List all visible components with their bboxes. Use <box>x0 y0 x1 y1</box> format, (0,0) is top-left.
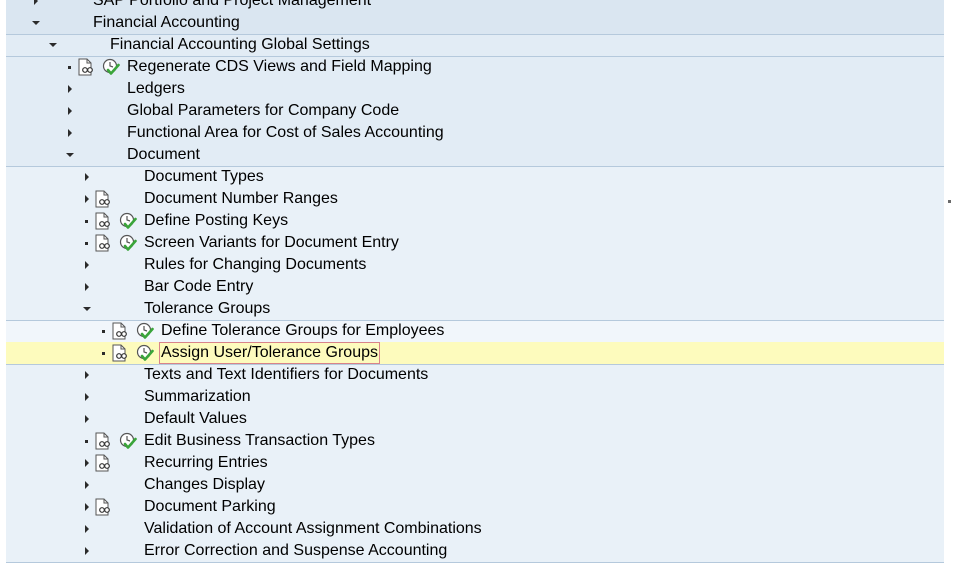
leaf-bullet-icon <box>68 66 71 69</box>
tree-node-label[interactable]: SAP Portfolio and Project Management <box>93 0 371 11</box>
collapse-triangle-icon[interactable] <box>85 481 89 489</box>
tree-node-label[interactable]: Financial Accounting Global Settings <box>110 35 370 55</box>
img-tree: SAP Portfolio and Project Management Fina… <box>0 0 953 563</box>
tree-row[interactable]: Functional Area for Cost of Sales Accoun… <box>0 122 944 144</box>
collapse-triangle-icon[interactable] <box>85 283 89 291</box>
documentation-icon[interactable] <box>94 454 112 472</box>
tree-row[interactable]: Document <box>0 144 944 166</box>
execute-clock-check-icon[interactable] <box>119 432 137 450</box>
tree-row[interactable]: Rules for Changing Documents <box>0 254 944 276</box>
tree-row[interactable]: Document Parking <box>0 496 944 518</box>
collapse-triangle-icon[interactable] <box>85 459 89 467</box>
collapse-triangle-icon[interactable] <box>85 195 89 203</box>
tree-node-label[interactable]: Define Posting Keys <box>144 211 288 231</box>
execute-clock-check-icon[interactable] <box>136 344 154 362</box>
collapse-triangle-icon[interactable] <box>85 371 89 379</box>
collapse-triangle-icon[interactable] <box>68 129 72 137</box>
documentation-icon[interactable] <box>94 212 112 230</box>
tree-row[interactable]: Define Tolerance Groups for Employees <box>0 320 944 342</box>
tree-node-label[interactable]: Rules for Changing Documents <box>144 255 366 275</box>
tree-row[interactable]: Ledgers <box>0 78 944 100</box>
collapse-triangle-icon[interactable] <box>85 525 89 533</box>
execute-clock-check-icon[interactable] <box>136 322 154 340</box>
tree-row[interactable]: Texts and Text Identifiers for Documents <box>0 364 944 386</box>
tree-node-label[interactable]: Document Parking <box>144 497 276 517</box>
tree-row[interactable]: Default Values <box>0 408 944 430</box>
tree-node-label[interactable]: Recurring Entries <box>144 453 268 473</box>
tree-row[interactable]: Screen Variants for Document Entry <box>0 232 944 254</box>
collapse-triangle-icon[interactable] <box>85 503 89 511</box>
tree-row[interactable]: Error Correction and Suspense Accounting <box>0 540 944 562</box>
tree-node-label[interactable]: Edit Business Transaction Types <box>144 431 375 451</box>
tree-node-label[interactable]: Regenerate CDS Views and Field Mapping <box>127 57 432 77</box>
documentation-icon[interactable] <box>94 432 112 450</box>
tree-row[interactable]: Edit Business Transaction Types <box>0 430 944 452</box>
expand-triangle-icon[interactable] <box>49 43 57 47</box>
leaf-bullet-icon <box>85 242 88 245</box>
tree-row[interactable]: Financial Accounting <box>0 12 944 34</box>
tree-row[interactable]: Document Types <box>0 166 944 188</box>
focus-frame <box>159 342 380 364</box>
documentation-icon[interactable] <box>77 58 95 76</box>
tree-row[interactable]: Define Posting Keys <box>0 210 944 232</box>
tree-row[interactable]: Financial Accounting Global Settings <box>0 34 944 56</box>
tree-row[interactable]: Validation of Account Assignment Combina… <box>0 518 944 540</box>
expand-triangle-icon[interactable] <box>66 153 74 157</box>
scroll-marker <box>948 200 951 203</box>
collapse-triangle-icon[interactable] <box>85 547 89 555</box>
expand-triangle-icon[interactable] <box>32 21 40 25</box>
execute-clock-check-icon[interactable] <box>119 234 137 252</box>
tree-row[interactable]: Document Number Ranges <box>0 188 944 210</box>
collapse-triangle-icon[interactable] <box>34 0 38 5</box>
documentation-icon[interactable] <box>94 234 112 252</box>
collapse-triangle-icon[interactable] <box>85 393 89 401</box>
tree-node-label[interactable]: Bar Code Entry <box>144 277 253 297</box>
tree-row[interactable]: Bar Code Entry <box>0 276 944 298</box>
tree-node-label[interactable]: Tolerance Groups <box>144 299 270 319</box>
tree-row[interactable]: Changes Display <box>0 474 944 496</box>
expand-triangle-icon[interactable] <box>83 307 91 311</box>
tree-row[interactable]: Tolerance Groups <box>0 298 944 320</box>
tree-node-label[interactable]: Document Types <box>144 167 264 187</box>
tree-node-label[interactable]: Changes Display <box>144 475 265 495</box>
tree-node-label[interactable]: Summarization <box>144 387 251 407</box>
tree-node-label[interactable]: Functional Area for Cost of Sales Accoun… <box>127 123 444 143</box>
tree-node-label[interactable]: Screen Variants for Document Entry <box>144 233 399 253</box>
tree-row[interactable]: SAP Portfolio and Project Management <box>0 0 944 12</box>
collapse-triangle-icon[interactable] <box>68 107 72 115</box>
documentation-icon[interactable] <box>111 322 129 340</box>
execute-clock-check-icon[interactable] <box>119 212 137 230</box>
tree-node-label[interactable]: Texts and Text Identifiers for Documents <box>144 365 428 385</box>
leaf-bullet-icon <box>102 352 105 355</box>
right-edge <box>944 0 953 560</box>
documentation-icon[interactable] <box>94 190 112 208</box>
tree-row[interactable]: Summarization <box>0 386 944 408</box>
documentation-icon[interactable] <box>111 344 129 362</box>
tree-row[interactable]: Global Parameters for Company Code <box>0 100 944 122</box>
leaf-bullet-icon <box>85 220 88 223</box>
collapse-triangle-icon[interactable] <box>85 173 89 181</box>
tree-row[interactable]: Regenerate CDS Views and Field Mapping <box>0 56 944 78</box>
tree-node-label[interactable]: Default Values <box>144 409 247 429</box>
execute-clock-check-icon[interactable] <box>102 58 120 76</box>
tree-node-label[interactable]: Error Correction and Suspense Accounting <box>144 541 447 561</box>
tree-node-label[interactable]: Ledgers <box>127 79 185 99</box>
collapse-triangle-icon[interactable] <box>85 415 89 423</box>
collapse-triangle-icon[interactable] <box>68 85 72 93</box>
tree-node-label[interactable]: Validation of Account Assignment Combina… <box>144 519 482 539</box>
tree-node-label[interactable]: Define Tolerance Groups for Employees <box>161 321 444 341</box>
collapse-triangle-icon[interactable] <box>85 261 89 269</box>
leaf-bullet-icon <box>102 330 105 333</box>
tree-row[interactable]: Recurring Entries <box>0 452 944 474</box>
tree-node-label[interactable]: Financial Accounting <box>93 13 240 33</box>
tree-row-selected[interactable]: Assign User/Tolerance Groups <box>6 342 944 364</box>
tree-node-label[interactable]: Global Parameters for Company Code <box>127 101 399 121</box>
tree-node-label[interactable]: Document <box>127 145 200 165</box>
tree-node-label[interactable]: Document Number Ranges <box>144 189 338 209</box>
leaf-bullet-icon <box>85 440 88 443</box>
documentation-icon[interactable] <box>94 498 112 516</box>
